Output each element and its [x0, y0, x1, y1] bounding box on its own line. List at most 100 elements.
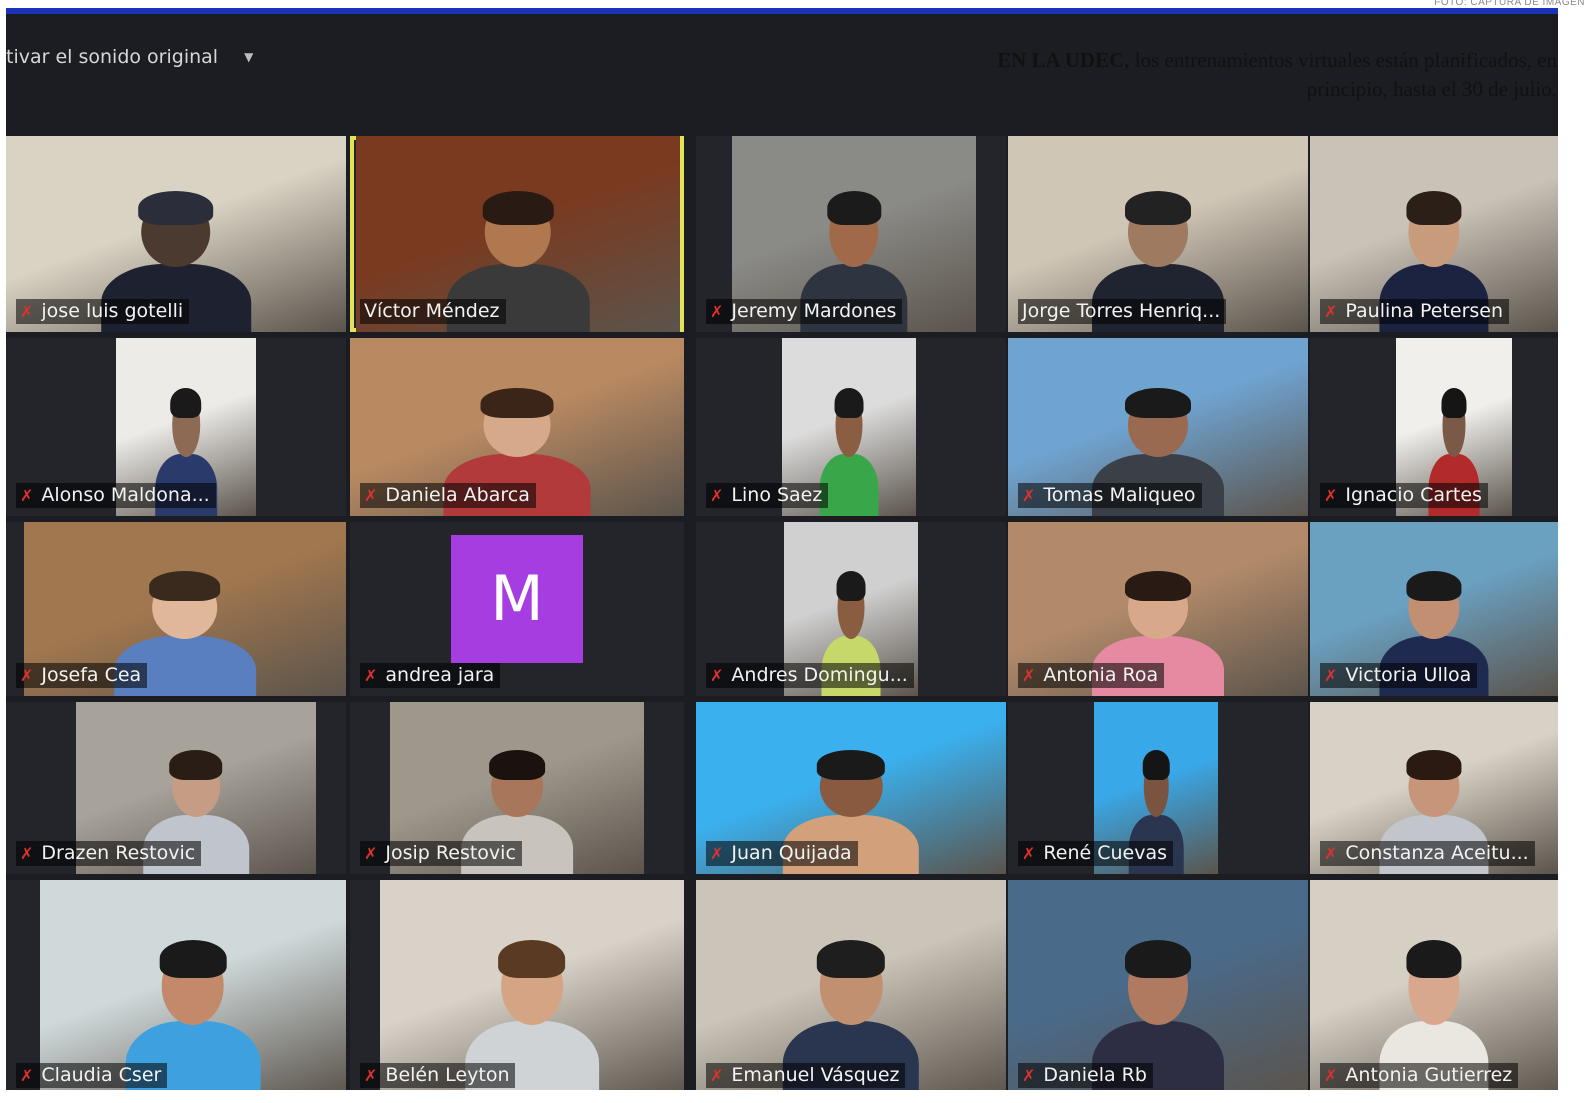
participant-tile[interactable]: ✗ Antonia Roa — [1008, 522, 1308, 696]
participant-name-label: ✗ Victoria Ulloa — [1320, 663, 1478, 688]
participant-tile[interactable]: ✗ Constanza Aceitu... — [1310, 702, 1558, 874]
original-sound-toggle[interactable]: tivar el sonido original — [6, 46, 218, 68]
chevron-down-icon[interactable]: ▼ — [244, 50, 253, 64]
participant-name-label: ✗ Josefa Cea — [16, 663, 148, 688]
muted-mic-icon: ✗ — [364, 485, 378, 505]
participant-name-label: ✗ Tomas Maliqueo — [1018, 483, 1202, 508]
zoom-window: tivar el sonido original ▼ ✗ jose luis go… — [6, 8, 1558, 1090]
participant-tile[interactable]: ✗ Jeremy Mardones — [696, 136, 1006, 332]
participant-name-label: ✗ Daniela Abarca — [360, 483, 536, 508]
muted-mic-icon: ✗ — [710, 485, 724, 505]
muted-mic-icon: ✗ — [1324, 485, 1338, 505]
participant-tile[interactable]: Jorge Torres Henriq... — [1008, 136, 1308, 332]
participant-name-label: ✗ Daniela Rb — [1018, 1063, 1153, 1088]
participant-tile[interactable]: ✗ Daniela Rb — [1008, 880, 1308, 1090]
participant-name: Josefa Cea — [41, 664, 142, 686]
participant-name-label: ✗ Andres Domingu... — [706, 663, 914, 688]
participant-tile[interactable]: ✗ Drazen Restovic — [6, 702, 346, 874]
participant-name-label: ✗ Paulina Petersen — [1320, 299, 1510, 324]
participant-tile[interactable]: ✗ Alonso Maldona... — [6, 338, 346, 516]
participant-tile[interactable]: ✗ jose luis gotelli — [6, 136, 346, 332]
participant-name: Ignacio Cartes — [1345, 484, 1482, 506]
caption-text: los entrenamientos virtuales están plani… — [1129, 48, 1557, 101]
participant-tile[interactable]: ✗ Daniela Abarca — [350, 338, 684, 516]
muted-mic-icon: ✗ — [710, 843, 724, 863]
participant-name: Constanza Aceitu... — [1345, 842, 1529, 864]
muted-mic-icon: ✗ — [1324, 843, 1338, 863]
participant-tile[interactable]: ✗ Paulina Petersen — [1310, 136, 1558, 332]
muted-mic-icon: ✗ — [20, 301, 34, 321]
participant-name: Tomas Maliqueo — [1043, 484, 1196, 506]
participant-tile[interactable]: ✗ René Cuevas — [1008, 702, 1308, 874]
participant-tile[interactable]: M ✗ andrea jara — [350, 522, 684, 696]
participant-tile[interactable]: ✗ Ignacio Cartes — [1310, 338, 1558, 516]
participant-tile[interactable]: ✗ Antonia Gutierrez — [1310, 880, 1558, 1090]
muted-mic-icon: ✗ — [1022, 1065, 1036, 1085]
participant-name-label: ✗ Drazen Restovic — [16, 841, 202, 866]
participant-name-label: ✗ Antonia Roa — [1018, 663, 1165, 688]
participant-tile[interactable]: ✗ Emanuel Vásquez — [696, 880, 1006, 1090]
participant-name: Andres Domingu... — [731, 664, 908, 686]
participant-name: Drazen Restovic — [41, 842, 196, 864]
muted-mic-icon: ✗ — [710, 301, 724, 321]
participant-name-label: ✗ Antonia Gutierrez — [1320, 1063, 1519, 1088]
participant-tile[interactable]: Víctor Méndez — [350, 136, 684, 332]
participant-name-label: ✗ Lino Saez — [706, 483, 829, 508]
muted-mic-icon: ✗ — [710, 1065, 724, 1085]
participant-tile[interactable]: ✗ Josefa Cea — [6, 522, 346, 696]
participant-tile[interactable]: ✗ Belén Leyton — [350, 880, 684, 1090]
participant-name: Jorge Torres Henriq... — [1022, 300, 1221, 322]
participant-name: Antonia Gutierrez — [1345, 1064, 1513, 1086]
muted-mic-icon: ✗ — [1022, 843, 1036, 863]
participant-name: Lino Saez — [731, 484, 823, 506]
photo-credit: FOTO: CAPTURA DE IMAGEN — [1434, 0, 1585, 8]
participant-name: Daniela Abarca — [385, 484, 530, 506]
participant-name: Paulina Petersen — [1345, 300, 1504, 322]
muted-mic-icon: ✗ — [20, 665, 34, 685]
participant-name: Daniela Rb — [1043, 1064, 1147, 1086]
participant-video — [696, 880, 1006, 1090]
muted-mic-icon: ✗ — [20, 485, 34, 505]
participant-avatar: M — [451, 534, 583, 663]
participant-name-label: ✗ Claudia Cser — [16, 1063, 168, 1088]
participant-tile[interactable]: ✗ Victoria Ulloa — [1310, 522, 1558, 696]
participant-name: Claudia Cser — [41, 1064, 162, 1086]
participant-name-label: ✗ Constanza Aceitu... — [1320, 841, 1535, 866]
participant-tile[interactable]: ✗ Andres Domingu... — [696, 522, 1006, 696]
muted-mic-icon: ✗ — [364, 665, 378, 685]
audio-toolbar[interactable]: tivar el sonido original ▼ — [6, 42, 253, 72]
participant-name-label: ✗ Ignacio Cartes — [1320, 483, 1488, 508]
muted-mic-icon: ✗ — [1324, 1065, 1338, 1085]
participant-name-label: Jorge Torres Henriq... — [1018, 299, 1227, 324]
participant-name-label: ✗ Josip Restovic — [360, 841, 522, 866]
participant-tile[interactable]: ✗ Claudia Cser — [6, 880, 346, 1090]
participant-tile[interactable]: ✗ Lino Saez — [696, 338, 1006, 516]
participant-name-label: ✗ René Cuevas — [1018, 841, 1173, 866]
participant-name: Emanuel Vásquez — [731, 1064, 900, 1086]
participant-name-label: ✗ Alonso Maldona... — [16, 483, 216, 508]
muted-mic-icon: ✗ — [1022, 485, 1036, 505]
participant-video — [1008, 880, 1308, 1090]
participant-tile[interactable]: ✗ Josip Restovic — [350, 702, 684, 874]
participant-name: Antonia Roa — [1043, 664, 1159, 686]
participant-name: René Cuevas — [1043, 842, 1167, 864]
participant-name-label: ✗ Belén Leyton — [360, 1063, 516, 1088]
photo-caption: EN LA UDEC, los entrenamientos virtuales… — [997, 46, 1557, 104]
participant-name-label: ✗ Juan Quijada — [706, 841, 858, 866]
participant-tile[interactable]: ✗ Juan Quijada — [696, 702, 1006, 874]
participant-name: Josip Restovic — [385, 842, 516, 864]
participant-video — [40, 880, 346, 1090]
participant-name: Víctor Méndez — [364, 300, 500, 322]
participant-tile[interactable]: ✗ Tomas Maliqueo — [1008, 338, 1308, 516]
participant-name-label: ✗ jose luis gotelli — [16, 299, 190, 324]
participant-name: Alonso Maldona... — [41, 484, 210, 506]
gallery-view: ✗ jose luis gotelli Víctor Méndez ✗ Jeremy M… — [6, 126, 1558, 1090]
participant-name: Victoria Ulloa — [1345, 664, 1472, 686]
participant-name: andrea jara — [385, 664, 495, 686]
muted-mic-icon: ✗ — [364, 1065, 378, 1085]
participant-video — [380, 880, 684, 1090]
muted-mic-icon: ✗ — [1022, 665, 1036, 685]
participant-name-label: ✗ andrea jara — [360, 663, 501, 688]
caption-lead: EN LA UDEC, — [997, 48, 1130, 72]
muted-mic-icon: ✗ — [20, 843, 34, 863]
